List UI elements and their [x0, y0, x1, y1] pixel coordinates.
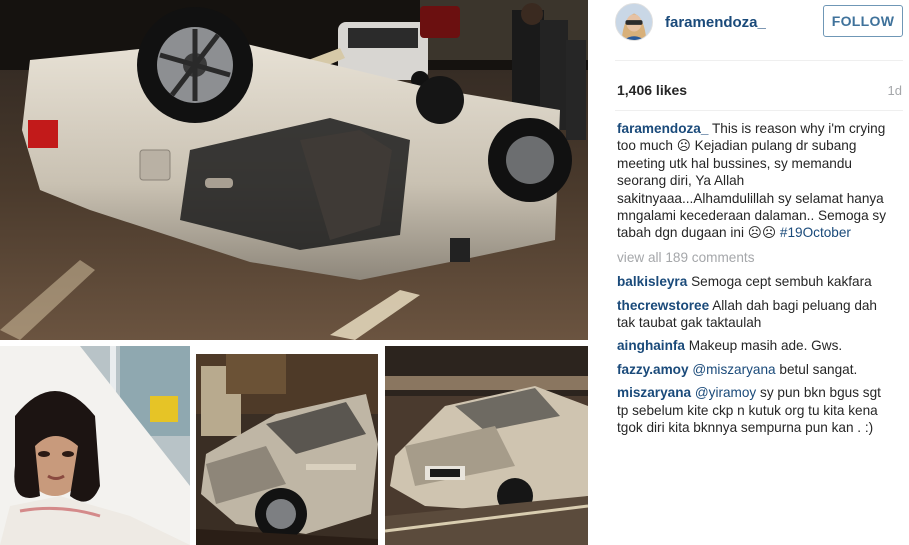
comment-item: fazzy.amoy @miszaryana betul sangat. [617, 361, 887, 378]
photo-towed-car [196, 354, 378, 545]
post-age[interactable]: 1d [888, 83, 902, 98]
comment-username[interactable]: thecrewstoree [617, 298, 709, 313]
comment-item: balkisleyra Semoga cept sembuh kakfara [617, 273, 887, 290]
post-caption: faramendoza_ This is reason why i'm cryi… [617, 120, 887, 242]
comment-text: Semoga cept sembuh kakfara [691, 274, 872, 290]
follow-button[interactable]: FOLLOW [823, 5, 903, 37]
view-all-comments-link[interactable]: view all 189 comments [617, 249, 887, 266]
comment-username[interactable]: miszaryana [617, 385, 691, 400]
comment-item: miszaryana @yiramoy sy pun bkn bgus sgt … [617, 384, 887, 436]
comments-list: faramendoza_ This is reason why i'm cryi… [617, 120, 887, 443]
comment-item: thecrewstoree Allah dah bagi peluang dah… [617, 297, 887, 332]
post-header: faramendoza_ FOLLOW [596, 0, 909, 60]
photo-overturned-car [0, 0, 588, 340]
photo-hospital-bed [0, 346, 190, 545]
header-divider [615, 60, 903, 61]
comment-item: ainghainfa Makeup masih ade. Gws. [617, 337, 887, 354]
profile-avatar-icon[interactable] [615, 3, 653, 41]
comment-mention[interactable]: @yiramoy [695, 385, 756, 400]
comment-text: betul sangat. [779, 361, 858, 377]
comment-username[interactable]: ainghainfa [617, 338, 685, 353]
photo-damaged-front [385, 346, 588, 545]
comment-text: Makeup masih ade. Gws. [688, 338, 843, 354]
comment-username[interactable]: balkisleyra [617, 274, 687, 289]
post-username[interactable]: faramendoza_ [665, 14, 766, 31]
post-photo[interactable] [0, 0, 596, 545]
post-side-panel: faramendoza_ FOLLOW 1,406 likes 1d faram… [596, 0, 909, 545]
comment-username[interactable]: fazzy.amoy [617, 362, 689, 377]
caption-username[interactable]: faramendoza_ [617, 121, 708, 136]
caption-text: This is reason why i'm crying too much ☹… [617, 121, 887, 241]
caption-hashtag[interactable]: #19October [780, 225, 851, 240]
comment-mention[interactable]: @miszaryana [692, 362, 775, 377]
likes-divider [615, 110, 903, 111]
likes-count[interactable]: 1,406 likes [617, 82, 687, 98]
